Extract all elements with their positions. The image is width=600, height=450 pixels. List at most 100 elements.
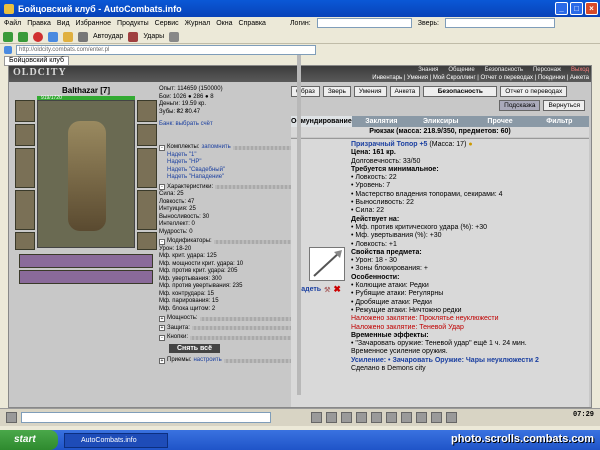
bank-link[interactable]: Банк: выбрать счёт — [159, 121, 295, 129]
tab-elixirs[interactable]: Эликсиры — [411, 116, 470, 127]
tab-other[interactable]: Прочее — [470, 116, 529, 127]
stat-intellect: Интеллект: 0 — [159, 221, 195, 227]
power-header[interactable]: + Мощность: — [159, 315, 295, 323]
chat-mode-icon[interactable] — [6, 412, 17, 423]
tools-icon[interactable] — [78, 31, 88, 42]
profile-button[interactable]: Анкета — [389, 86, 421, 97]
refresh-icon[interactable] — [48, 31, 58, 42]
menu-view[interactable]: Вид — [57, 20, 70, 27]
spell-slots-row1[interactable] — [19, 254, 153, 268]
top-nav: Знания Общение Безопасность Персонаж Вых… — [418, 67, 589, 73]
settings-icon[interactable] — [431, 412, 442, 423]
mods-header[interactable]: - Модификаторы: — [159, 238, 295, 246]
mod-row: Мф. парирования: 15 — [159, 298, 219, 304]
tab-filter[interactable]: Фильтр — [530, 116, 589, 127]
defense-header[interactable]: + Защита: — [159, 325, 295, 333]
set-attack-link[interactable]: Надеть "Нападение" — [159, 174, 295, 182]
menu-windows[interactable]: Окна — [216, 20, 232, 27]
settings-icon[interactable] — [169, 31, 180, 42]
players-icon[interactable] — [371, 412, 382, 423]
stop-icon[interactable] — [33, 31, 43, 42]
earring-slot[interactable] — [137, 100, 157, 122]
filter-icon[interactable] — [356, 412, 367, 423]
chat-input[interactable] — [21, 412, 271, 423]
beast-select[interactable] — [444, 18, 555, 28]
nav-chat[interactable]: Общение — [448, 67, 474, 73]
image-button[interactable]: Образ — [291, 86, 320, 97]
gloves-slot[interactable] — [137, 190, 157, 230]
amulet-slot[interactable] — [137, 124, 157, 146]
nav-knowledge[interactable]: Знания — [418, 67, 438, 73]
item-line: • Ловкость: +1 — [351, 240, 397, 248]
close-button[interactable]: × — [585, 2, 598, 15]
mod-row: Мф. мощности крит. удара: 10 — [159, 260, 244, 267]
fight-icon[interactable] — [386, 412, 397, 423]
maximize-button[interactable]: □ — [570, 2, 583, 15]
save-set-link[interactable]: запомнить — [201, 144, 230, 152]
item-line: • Выносливость: 22 — [351, 199, 414, 207]
menu-edit[interactable]: Правка — [27, 20, 51, 27]
home-icon[interactable] — [63, 31, 73, 42]
character-doll[interactable] — [37, 100, 135, 248]
hits-button[interactable]: Удары — [143, 33, 164, 40]
page-scrollbar[interactable] — [297, 55, 301, 395]
buttons-header[interactable]: - Кнопки: — [159, 334, 295, 342]
bracers-slot[interactable] — [15, 124, 35, 146]
tab-spells[interactable]: Заклятия — [352, 116, 411, 127]
sets-header[interactable]: - Комплекты: запомнить — [159, 144, 295, 152]
menu-help[interactable]: Справка — [238, 20, 265, 27]
undress-all-button[interactable]: Снять всё — [169, 343, 220, 353]
drop-icon[interactable]: ✖ — [333, 284, 341, 295]
repair-icon[interactable]: ⚒ — [324, 286, 330, 294]
character-name[interactable]: Balthazar [7] — [15, 86, 157, 96]
autohit-button[interactable]: Автоудар — [93, 33, 123, 40]
forward-icon[interactable] — [18, 31, 28, 42]
armor-slot[interactable] — [15, 190, 35, 230]
nav-security[interactable]: Безопасность — [485, 67, 523, 73]
smile-icon[interactable] — [341, 412, 352, 423]
login-input[interactable] — [316, 18, 412, 28]
item-line: • "Зачаровать оружие: Теневой удар" ещё … — [351, 340, 527, 348]
boots-slot[interactable] — [137, 232, 157, 250]
sub-nav[interactable]: Инвентарь | Умения | Мой Скроллинг | Отч… — [372, 75, 589, 81]
menu-service[interactable]: Сервис — [155, 20, 179, 27]
charstats-header[interactable]: - Характеристики: — [159, 184, 295, 192]
hint-button[interactable]: Подсказка — [499, 100, 541, 111]
spell-slots-row2[interactable] — [19, 270, 153, 284]
info-icon[interactable] — [416, 412, 427, 423]
send-icon[interactable] — [311, 412, 322, 423]
security-button[interactable]: Безопасность — [423, 86, 498, 97]
exit-icon[interactable] — [446, 412, 457, 423]
back-icon[interactable] — [3, 31, 13, 42]
menu-journal[interactable]: Журнал — [185, 20, 211, 27]
clear-icon[interactable] — [326, 412, 337, 423]
item-line: Усиление: • Зачаровать Оружие: Чары неук… — [351, 356, 539, 364]
weapon-slot[interactable] — [15, 148, 35, 188]
beast-button[interactable]: Зверь — [322, 86, 351, 97]
menu-products[interactable]: Продукты — [117, 20, 149, 27]
back-button[interactable]: Вернуться — [543, 100, 585, 111]
set-wedding-link[interactable]: Надеть "Свадебный" — [159, 167, 295, 175]
menu-file[interactable]: Файл — [4, 20, 21, 27]
nav-character[interactable]: Персонаж — [533, 67, 561, 73]
taskbar-item[interactable]: AutoCombats.info — [64, 432, 168, 448]
set-hp-link[interactable]: Надеть "HP" — [159, 159, 295, 167]
minimize-button[interactable]: _ — [555, 2, 568, 15]
transfers-button[interactable]: Отчет о переводах — [500, 86, 568, 97]
start-button[interactable]: start — [0, 430, 58, 450]
helmet-slot[interactable] — [15, 100, 35, 122]
belt-slot[interactable] — [15, 232, 35, 250]
configure-link[interactable]: настроить — [193, 357, 221, 365]
skills-button[interactable]: Умения — [353, 86, 387, 97]
menu-favorites[interactable]: Избранное — [76, 20, 111, 27]
nav-exit[interactable]: Выход — [571, 67, 589, 73]
url-input[interactable]: http://oldcity.combats.com/enter.pl — [16, 44, 316, 55]
map-icon[interactable] — [401, 412, 412, 423]
item-name[interactable]: Призрачный Топор +5 — [351, 141, 427, 148]
set-1-link[interactable]: Надеть "1" — [159, 152, 295, 160]
watermark: photo.scrolls.combats.com — [450, 433, 594, 445]
techniques-header[interactable]: + Приемы: настроить — [159, 357, 295, 365]
axe-icon[interactable] — [309, 247, 345, 281]
item-line: Временные эффекты: — [351, 331, 429, 339]
shield-slot[interactable] — [137, 148, 157, 188]
